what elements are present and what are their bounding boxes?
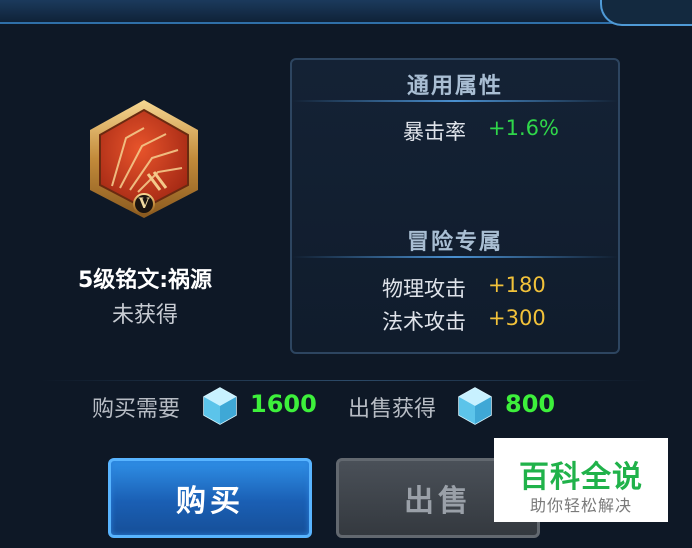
sell-price-label: 出售获得 <box>348 397 437 422</box>
buy-button[interactable]: 购买 <box>108 458 312 538</box>
stat-row-crit: 暴击率 +1.6% <box>292 116 618 144</box>
watermark: 百科全说 助你轻松解决 <box>494 438 668 522</box>
sell-price-value: 800 <box>505 390 556 418</box>
buy-price-label: 购买需要 <box>92 397 181 422</box>
stat-value: +180 <box>488 273 546 297</box>
stat-name: 暴击率 <box>403 120 466 144</box>
diamond-gem-icon <box>203 387 237 425</box>
stat-name: 物理攻击 <box>382 277 466 301</box>
buy-price-value: 1600 <box>250 390 317 418</box>
section-divider <box>292 256 618 258</box>
stat-row-magic-attack: 法术攻击 +300 <box>292 306 618 334</box>
top-frame <box>0 0 692 24</box>
watermark-subtitle: 助你轻松解决 <box>529 496 632 515</box>
top-right-frame-corner <box>600 0 692 26</box>
stat-row-physical-attack: 物理攻击 +180 <box>292 273 618 301</box>
watermark-title: 百科全说 <box>519 460 643 495</box>
general-attributes-title: 通用属性 <box>406 74 503 99</box>
section-divider <box>292 100 618 102</box>
diamond-gem-icon <box>458 387 492 425</box>
rune-level-roman: V <box>138 196 150 212</box>
price-row: 购买需要 1600 出售获得 800 <box>0 376 692 426</box>
stat-name: 法术攻击 <box>382 310 466 334</box>
stat-value: +300 <box>488 306 546 330</box>
stat-value: +1.6% <box>488 116 559 140</box>
adventure-attributes-title: 冒险专属 <box>406 230 503 255</box>
rune-name: 5级铭文:祸源 <box>77 268 213 293</box>
rune-status: 未获得 <box>111 303 178 328</box>
attribute-panel: 通用属性 暴击率 +1.6% 冒险专属 物理攻击 +180 法术攻击 +300 <box>290 58 620 354</box>
